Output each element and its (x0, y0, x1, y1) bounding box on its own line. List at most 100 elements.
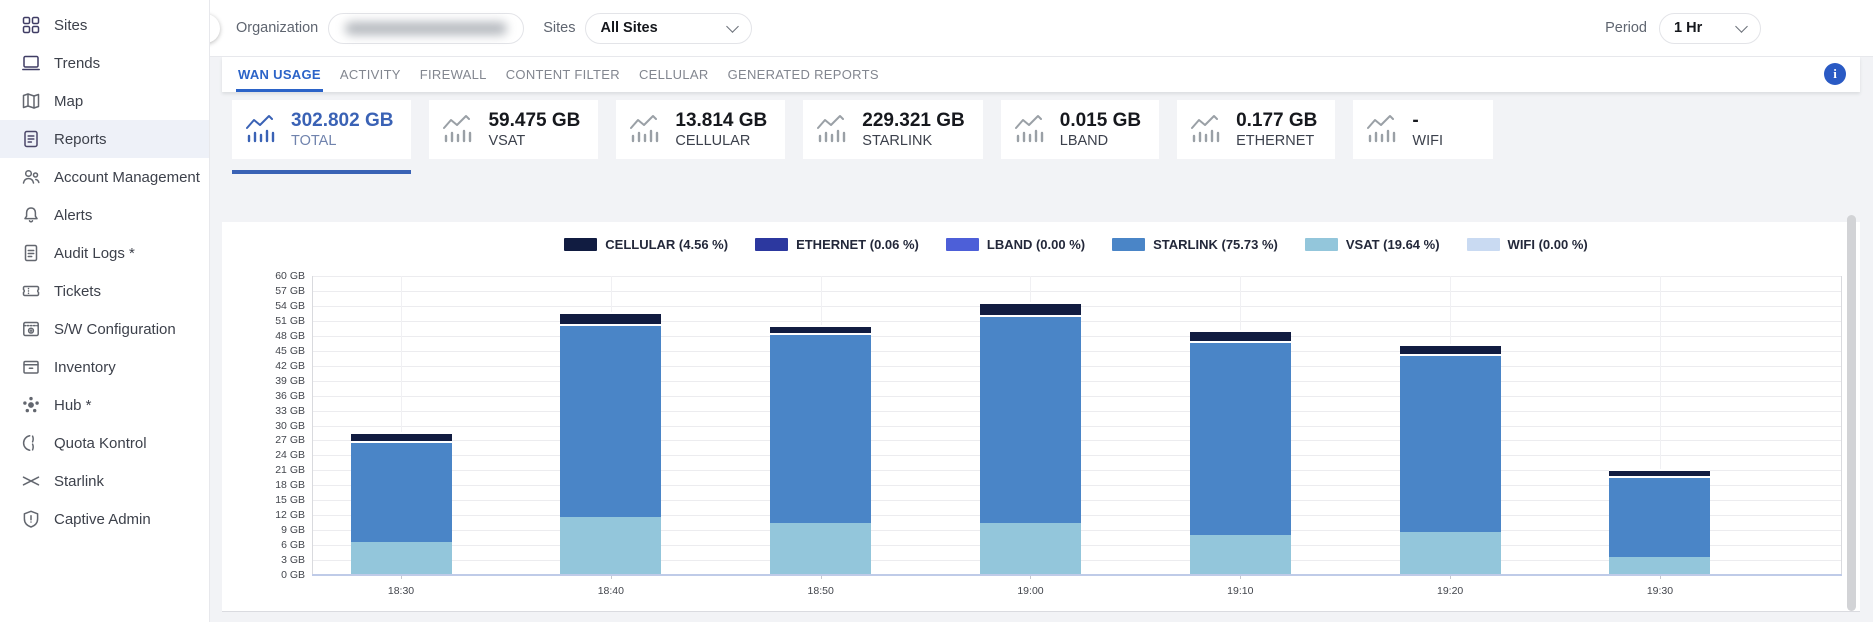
bar-segment-cellular (1609, 469, 1710, 476)
metric-value: 13.814 GB (675, 110, 767, 133)
legend-swatch (755, 238, 788, 251)
mini-chart-icon (1013, 113, 1049, 145)
vertical-scrollbar[interactable] (1847, 215, 1856, 611)
y-axis-tick-label: 60 GB (227, 270, 305, 282)
sidebar-item-inventory[interactable]: Inventory (0, 348, 209, 386)
sidebar-item-tickets[interactable]: Tickets (0, 272, 209, 310)
legend-label: WIFI (0.00 %) (1508, 237, 1588, 252)
bar-segment-vsat (1400, 532, 1501, 575)
sites-select[interactable]: All Sites (585, 13, 752, 44)
sidebar-item-label: Captive Admin (54, 511, 151, 528)
organization-label: Organization (236, 20, 318, 36)
bar-segment-cellular (770, 325, 871, 333)
bar-segment-vsat (560, 517, 661, 575)
tab-cellular[interactable]: CELLULAR (639, 57, 709, 92)
sidebar-item-starlink[interactable]: Starlink (0, 462, 209, 500)
metric-card-ethernet[interactable]: 0.177 GBETHERNET (1177, 100, 1335, 159)
legend-swatch (564, 238, 597, 251)
topbar: Organization Sites All Sites Period 1 Hr (210, 0, 1873, 57)
y-axis-tick-label: 3 GB (227, 554, 305, 566)
legend-item-ethernet[interactable]: ETHERNET (0.06 %) (755, 237, 919, 252)
metric-value: 0.177 GB (1236, 110, 1317, 133)
metric-card-starlink[interactable]: 229.321 GBSTARLINK (803, 100, 982, 159)
legend-item-vsat[interactable]: VSAT (19.64 %) (1305, 237, 1440, 252)
bar-segment-vsat (1190, 535, 1291, 575)
bar-segment-cellular (980, 302, 1081, 314)
sidebar-item-audit-logs[interactable]: Audit Logs * (0, 234, 209, 272)
legend-item-starlink[interactable]: STARLINK (75.73 %) (1112, 237, 1278, 252)
y-axis-tick-label: 24 GB (227, 449, 305, 461)
sidebar-item-label: Tickets (54, 283, 101, 300)
starlink-icon (21, 471, 41, 491)
legend-item-wifi[interactable]: WIFI (0.00 %) (1467, 237, 1588, 252)
inventory-icon (21, 357, 41, 377)
x-axis-tick-label: 19:30 (1647, 585, 1673, 597)
legend-item-cellular[interactable]: CELLULAR (4.56 %) (564, 237, 728, 252)
tab-wan-usage[interactable]: WAN USAGE (238, 57, 321, 92)
sidebar-item-alerts[interactable]: Alerts (0, 196, 209, 234)
tab-content-filter[interactable]: CONTENT FILTER (506, 57, 620, 92)
bar-segment-starlink (1400, 354, 1501, 532)
map-icon (21, 91, 41, 111)
sites-label: Sites (543, 20, 575, 36)
sidebar-item-account-management[interactable]: Account Management (0, 158, 209, 196)
bar-segment-starlink (351, 441, 452, 542)
metric-card-wifi[interactable]: -WIFI (1353, 100, 1493, 159)
tab-generated-reports[interactable]: GENERATED REPORTS (728, 57, 879, 92)
sidebar-item-sites[interactable]: Sites (0, 6, 209, 44)
plot-area: 0 GB3 GB6 GB9 GB12 GB15 GB18 GB21 GB24 G… (312, 276, 1842, 575)
mini-chart-icon (1189, 113, 1225, 145)
legend-label: VSAT (19.64 %) (1346, 237, 1440, 252)
y-axis-tick-label: 51 GB (227, 315, 305, 327)
h-gridline (313, 291, 1841, 292)
reports-icon (21, 129, 41, 149)
y-axis-tick-label: 27 GB (227, 434, 305, 446)
legend-swatch (946, 238, 979, 251)
metric-card-total[interactable]: 302.802 GBTOTAL (232, 100, 411, 159)
tab-activity[interactable]: ACTIVITY (340, 57, 401, 92)
sidebar-item-map[interactable]: Map (0, 82, 209, 120)
y-axis-tick-label: 21 GB (227, 464, 305, 476)
bar-segment-vsat (980, 523, 1081, 575)
y-axis-tick-label: 9 GB (227, 524, 305, 536)
bar-segment-vsat (351, 542, 452, 575)
legend-item-lband[interactable]: LBAND (0.00 %) (946, 237, 1085, 252)
hub-icon (21, 395, 41, 415)
sidebar-item-hub[interactable]: Hub * (0, 386, 209, 424)
organization-select[interactable] (328, 13, 524, 44)
metric-card-vsat[interactable]: 59.475 GBVSAT (429, 100, 598, 159)
mini-chart-icon (628, 113, 664, 145)
sidebar-item-quota-kontrol[interactable]: Quota Kontrol (0, 424, 209, 462)
sidebar-item-reports[interactable]: Reports (0, 120, 209, 158)
metric-card-lband[interactable]: 0.015 GBLBAND (1001, 100, 1159, 159)
sidebar: SitesTrendsMapReportsAccount ManagementA… (0, 0, 210, 622)
y-axis-tick-label: 48 GB (227, 330, 305, 342)
sidebar-item-s-w-configuration[interactable]: S/W Configuration (0, 310, 209, 348)
legend-swatch (1467, 238, 1500, 251)
sidebar-item-captive-admin[interactable]: Captive Admin (0, 500, 209, 538)
sidebar-item-trends[interactable]: Trends (0, 44, 209, 82)
bar-segment-vsat (1609, 557, 1710, 575)
bar-segment-cellular (1190, 330, 1291, 341)
y-axis-tick-label: 15 GB (227, 494, 305, 506)
sites-select-value: All Sites (600, 20, 657, 36)
metric-value: 59.475 GB (488, 110, 580, 133)
x-axis-tick-label: 19:20 (1437, 585, 1463, 597)
mini-chart-icon (815, 113, 851, 145)
tab-firewall[interactable]: FIREWALL (420, 57, 487, 92)
info-icon[interactable]: i (1824, 63, 1846, 85)
y-axis-tick-label: 42 GB (227, 360, 305, 372)
sw-configuration-icon (21, 319, 41, 339)
captive-admin-icon (21, 509, 41, 529)
bar-segment-cellular (1400, 344, 1501, 354)
sidebar-item-label: S/W Configuration (54, 321, 176, 338)
metric-value: 229.321 GB (862, 110, 964, 133)
h-gridline (313, 276, 1841, 277)
metric-card-cellular[interactable]: 13.814 GBCELLULAR (616, 100, 785, 159)
sidebar-items: SitesTrendsMapReportsAccount ManagementA… (0, 6, 209, 538)
sidebar-item-label: Hub * (54, 397, 92, 414)
bar-segment-cellular (560, 312, 661, 323)
metric-label: VSAT (488, 133, 580, 149)
period-select[interactable]: 1 Hr (1659, 13, 1761, 44)
metric-label: ETHERNET (1236, 133, 1317, 149)
